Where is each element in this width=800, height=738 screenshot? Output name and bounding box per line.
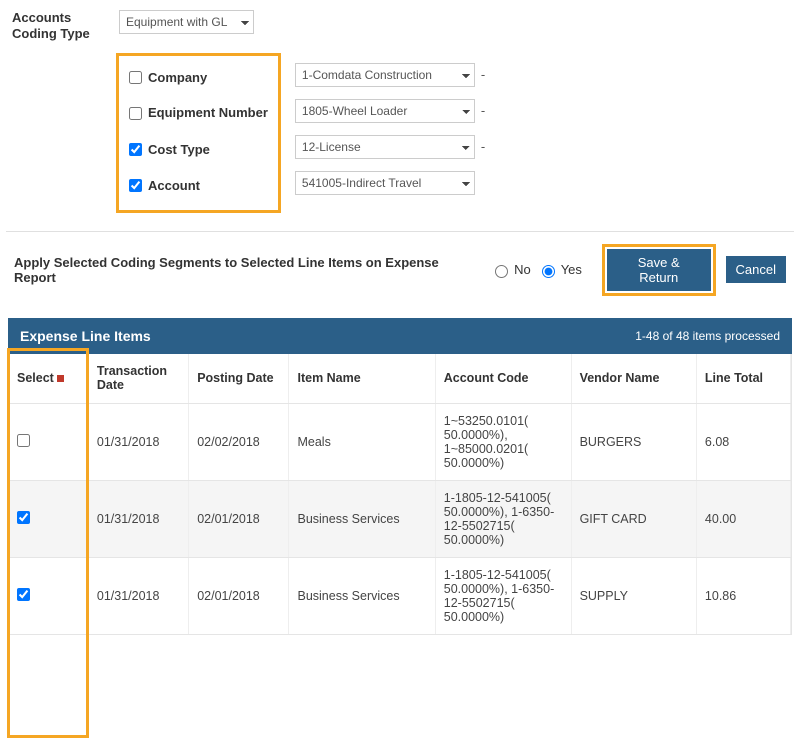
cell-account-code: 1-1805-12-541005( 50.0000%), 1-6350-12-5… — [435, 481, 571, 558]
cell-transaction-date: 01/31/2018 — [88, 481, 188, 558]
th-select[interactable]: Select — [9, 354, 88, 404]
segment-cost-type-checkbox[interactable] — [129, 143, 142, 156]
segment-equipment-number-select[interactable]: 1805-Wheel Loader — [295, 99, 475, 123]
row-select-checkbox[interactable] — [17, 511, 30, 524]
segment-company-select[interactable]: 1-Comdata Construction — [295, 63, 475, 87]
cell-account-code: 1~53250.0101( 50.0000%), 1~85000.0201( 5… — [435, 404, 571, 481]
table-row: 01/31/2018 02/01/2018 Business Services … — [9, 558, 791, 635]
apply-no-radio[interactable] — [495, 265, 508, 278]
dash-separator: - — [481, 139, 485, 154]
apply-segments-label: Apply Selected Coding Segments to Select… — [14, 255, 480, 285]
cell-line-total: 6.08 — [696, 404, 790, 481]
apply-no-label: No — [514, 262, 531, 277]
table-row: 01/31/2018 02/01/2018 Business Services … — [9, 481, 791, 558]
segments-highlight-box: Company Equipment Number Cost Type Accou… — [116, 53, 281, 213]
cell-line-total: 40.00 — [696, 481, 790, 558]
cell-item-name: Business Services — [289, 481, 435, 558]
cell-vendor-name: GIFT CARD — [571, 481, 696, 558]
accounts-coding-type-label: Accounts Coding Type — [12, 10, 107, 43]
sort-indicator-icon — [57, 375, 64, 382]
save-return-highlight: Save & Return — [602, 244, 716, 296]
expense-line-items-title: Expense Line Items — [20, 328, 151, 344]
dash-separator: - — [481, 103, 485, 118]
row-select-checkbox[interactable] — [17, 434, 30, 447]
cancel-button[interactable]: Cancel — [726, 256, 786, 283]
cell-vendor-name: BURGERS — [571, 404, 696, 481]
th-posting-date[interactable]: Posting Date — [189, 354, 289, 404]
table-row: 01/31/2018 02/02/2018 Meals 1~53250.0101… — [9, 404, 791, 481]
segment-equipment-number-checkbox[interactable] — [129, 107, 142, 120]
segment-account-checkbox[interactable] — [129, 179, 142, 192]
items-processed-count: 1-48 of 48 items processed — [635, 329, 780, 343]
cell-line-total: 10.86 — [696, 558, 790, 635]
th-line-total[interactable]: Line Total — [696, 354, 790, 404]
segment-account-label: Account — [148, 178, 200, 193]
cell-transaction-date: 01/31/2018 — [88, 558, 188, 635]
segment-company-checkbox[interactable] — [129, 71, 142, 84]
segment-cost-type-select[interactable]: 12-License — [295, 135, 475, 159]
cell-item-name: Business Services — [289, 558, 435, 635]
row-select-checkbox[interactable] — [17, 588, 30, 601]
segment-equipment-number-label: Equipment Number — [148, 106, 268, 121]
th-item-name[interactable]: Item Name — [289, 354, 435, 404]
cell-account-code: 1-1805-12-541005( 50.0000%), 1-6350-12-5… — [435, 558, 571, 635]
accounts-coding-type-select[interactable]: Equipment with GL — [119, 10, 254, 34]
cell-transaction-date: 01/31/2018 — [88, 404, 188, 481]
segment-account-select[interactable]: 541005-Indirect Travel — [295, 171, 475, 195]
apply-yes-label: Yes — [561, 262, 582, 277]
cell-vendor-name: SUPPLY — [571, 558, 696, 635]
segment-cost-type-label: Cost Type — [148, 142, 210, 157]
th-vendor-name[interactable]: Vendor Name — [571, 354, 696, 404]
th-account-code[interactable]: Account Code — [435, 354, 571, 404]
segment-company-label: Company — [148, 70, 207, 85]
cell-posting-date: 02/02/2018 — [189, 404, 289, 481]
cell-item-name: Meals — [289, 404, 435, 481]
save-return-button[interactable]: Save & Return — [607, 249, 711, 291]
apply-yes-radio[interactable] — [542, 265, 555, 278]
expense-line-items-table: Select Transaction Date Posting Date Ite… — [9, 354, 791, 636]
th-transaction-date[interactable]: Transaction Date — [88, 354, 188, 404]
cell-posting-date: 02/01/2018 — [189, 558, 289, 635]
cell-posting-date: 02/01/2018 — [189, 481, 289, 558]
dash-separator: - — [481, 67, 485, 82]
